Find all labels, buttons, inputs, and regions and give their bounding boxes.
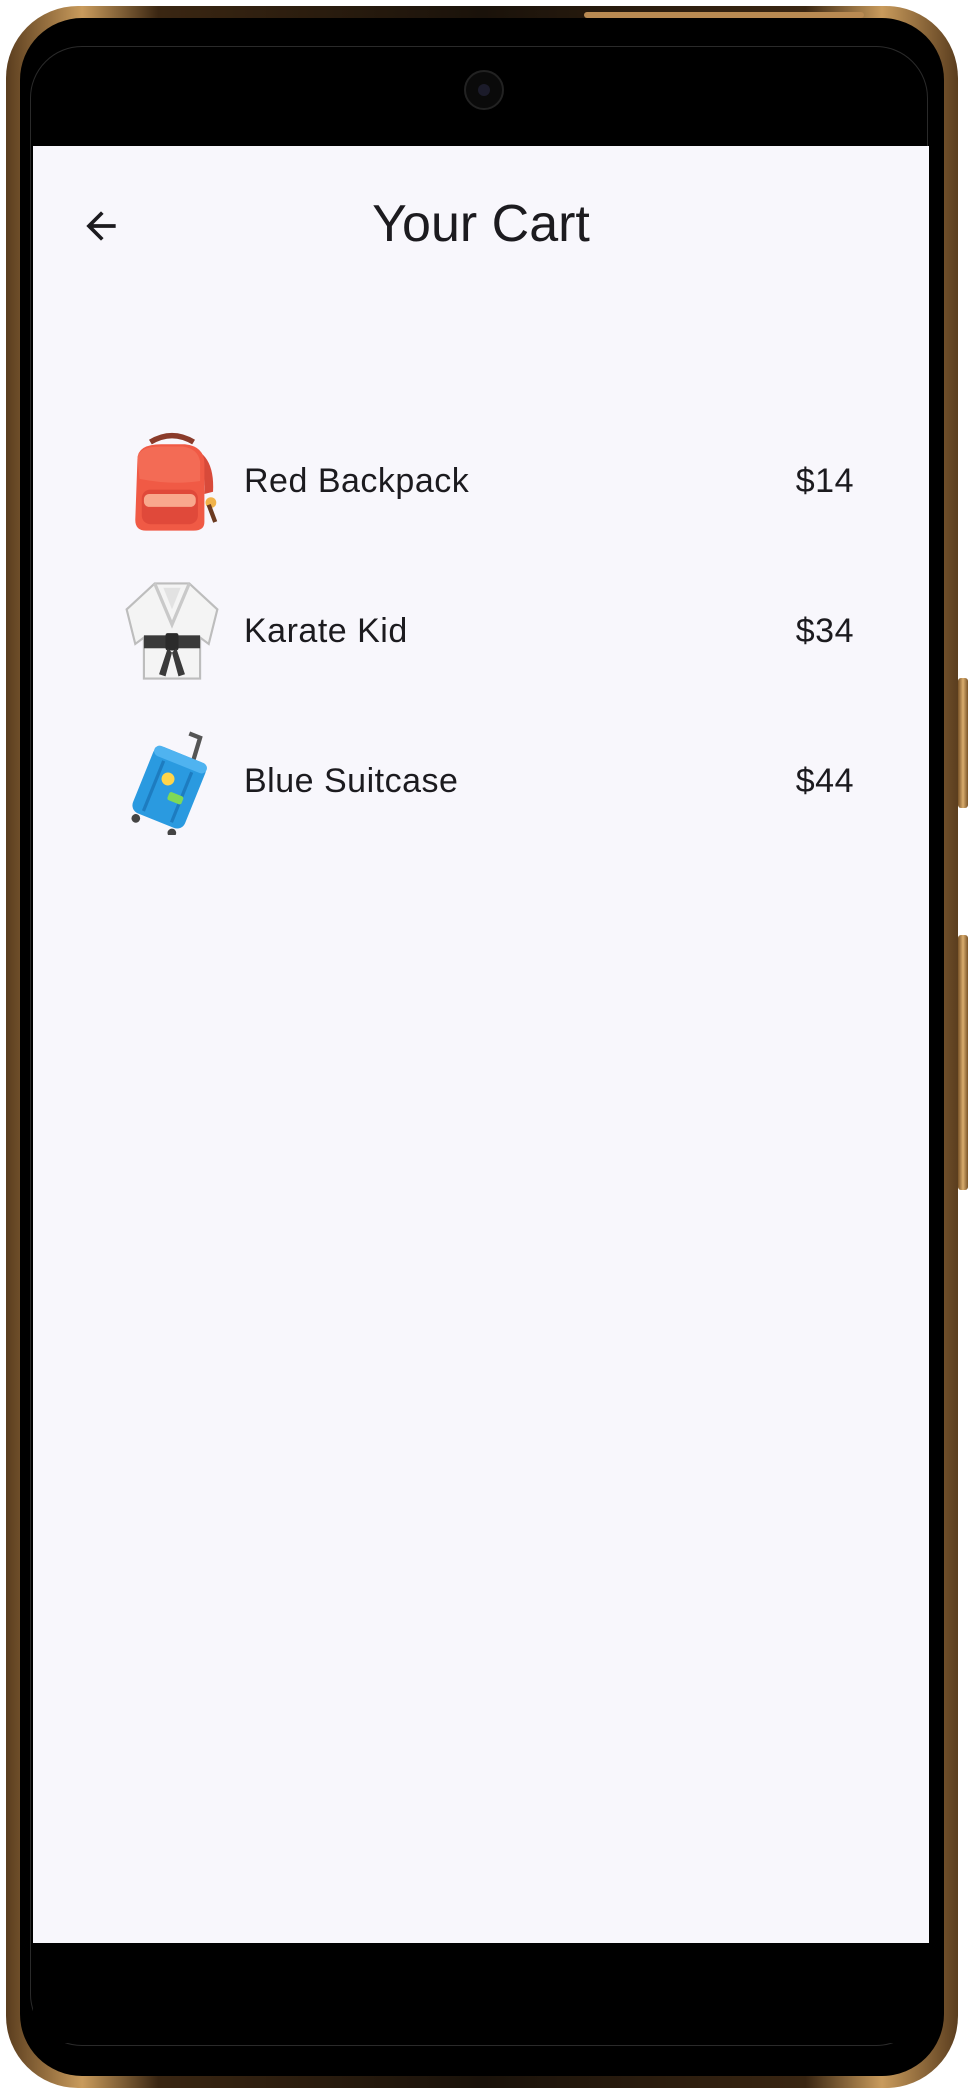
item-name: Red Backpack bbox=[244, 461, 470, 500]
app-bar: Your Cart bbox=[33, 146, 929, 306]
page-title: Your Cart bbox=[372, 195, 590, 253]
app-screen: Your Cart Red Backpack $14 Karate Kid $3… bbox=[33, 146, 929, 1943]
power-button bbox=[958, 678, 968, 808]
martial-arts-uniform-icon bbox=[125, 582, 219, 680]
front-camera-icon bbox=[464, 70, 504, 110]
cart-item-blue-suitcase[interactable]: Blue Suitcase $44 bbox=[33, 706, 929, 856]
item-price: $34 bbox=[795, 611, 854, 650]
item-price: $44 bbox=[795, 761, 854, 800]
bottom-system-bar bbox=[33, 1943, 929, 2043]
luggage-icon bbox=[131, 731, 207, 835]
item-price: $14 bbox=[795, 461, 854, 500]
volume-button bbox=[958, 935, 968, 1190]
cart-list: Red Backpack $14 Karate Kid $34 Blue Sui… bbox=[33, 406, 929, 856]
item-name: Karate Kid bbox=[244, 611, 408, 650]
cart-item-red-backpack[interactable]: Red Backpack $14 bbox=[33, 406, 929, 556]
backpack-icon bbox=[135, 432, 218, 531]
cart-item-karate-kid[interactable]: Karate Kid $34 bbox=[33, 556, 929, 706]
item-name: Blue Suitcase bbox=[244, 761, 459, 800]
